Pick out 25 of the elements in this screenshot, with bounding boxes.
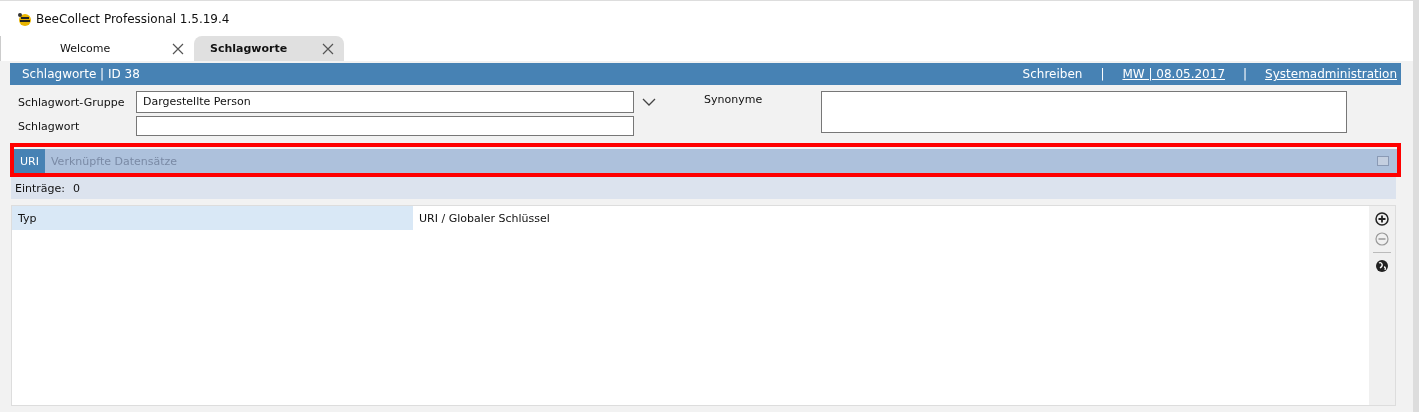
column-header: Typ [12,206,413,230]
tab[interactable]: Welcome [44,36,194,61]
separator: | [1243,67,1248,81]
record-title: Schlagworte | ID 38 [22,67,140,81]
subtab[interactable]: URI [14,149,45,173]
field-label: Synonyme [704,93,764,106]
close-icon[interactable] [172,42,184,55]
field-label: Schlagwort-Gruppe [18,95,126,109]
add-icon[interactable] [1375,212,1389,226]
column-header: URI / Globaler Schlüssel [418,210,551,227]
chevron-down-icon[interactable] [642,98,656,106]
synonyms-field[interactable] [821,91,1347,133]
header-link[interactable]: Systemadministration [1265,67,1397,81]
group-dropdown[interactable]: Dargestellte Person [136,91,634,113]
window-title: BeeCollect Professional 1.5.19.4 [36,11,230,26]
entries-count: 0 [73,181,80,195]
bee-icon [16,10,32,27]
separator: | [1100,67,1105,81]
header-link[interactable]: Schreiben [1022,67,1083,81]
tab[interactable]: Schlagworte [194,36,344,61]
header-link[interactable]: MW | 08.05.2017 [1122,67,1226,81]
close-icon[interactable] [322,42,334,55]
keyword-field[interactable] [136,116,634,136]
field-label: Schlagwort [18,119,81,133]
entries-label: Einträge: [15,181,65,195]
